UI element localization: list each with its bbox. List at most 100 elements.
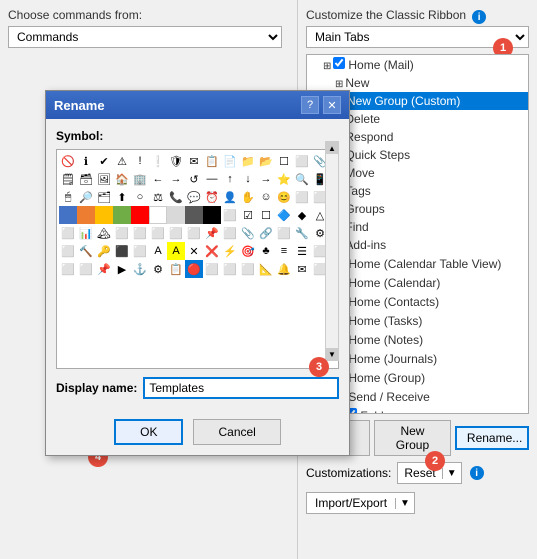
symbol-dash[interactable]: — bbox=[203, 170, 221, 188]
symbol-orange[interactable] bbox=[77, 206, 95, 224]
symbol-files[interactable]: 🗂 bbox=[95, 188, 113, 206]
symbol-selected[interactable]: 🔴 bbox=[185, 260, 203, 278]
symbol-lines[interactable]: ☰ bbox=[293, 242, 311, 260]
symbol-scale[interactable]: ⚖ bbox=[149, 188, 167, 206]
ok-button[interactable]: OK bbox=[114, 419, 183, 445]
symbol-target[interactable]: 🎯 bbox=[239, 242, 257, 260]
symbol-menu[interactable]: ≡ bbox=[275, 242, 293, 260]
customize-info-icon[interactable]: i bbox=[472, 10, 486, 24]
symbol-smile2[interactable]: 😊 bbox=[275, 188, 293, 206]
scrollbar-up[interactable]: ▲ bbox=[326, 142, 338, 154]
symbol-gray2[interactable] bbox=[185, 206, 203, 224]
symbol-warning[interactable]: ⚠ bbox=[113, 152, 131, 170]
symbol-x2[interactable]: ❌ bbox=[203, 242, 221, 260]
symbol-arrow-left[interactable]: ← bbox=[149, 170, 167, 188]
import-export-arrow[interactable]: ▼ bbox=[395, 498, 414, 509]
symbol-chart[interactable]: 📊 bbox=[77, 224, 95, 242]
symbol-image[interactable]: 🖼 bbox=[95, 170, 113, 188]
symbol-right2[interactable]: → bbox=[257, 170, 275, 188]
symbol-sq11[interactable]: ⬜ bbox=[275, 224, 293, 242]
symbol-clipboard2[interactable]: 🗒 bbox=[59, 170, 77, 188]
symbol-smile[interactable]: ☺ bbox=[257, 188, 275, 206]
commands-dropdown[interactable]: Commands bbox=[8, 26, 282, 48]
import-export-dropdown-container[interactable]: Import/Export ▼ bbox=[306, 492, 415, 514]
symbol-building[interactable]: 🏢 bbox=[131, 170, 149, 188]
symbol-mail[interactable]: ✉ bbox=[185, 152, 203, 170]
symbol-x[interactable]: ✕ bbox=[185, 242, 203, 260]
symbol-A[interactable]: A bbox=[149, 242, 167, 260]
symbol-green[interactable] bbox=[113, 206, 131, 224]
reset-arrow[interactable]: ▼ bbox=[442, 468, 461, 479]
symbol-arrow-right[interactable]: → bbox=[167, 170, 185, 188]
symbol-sq13[interactable]: ⬜ bbox=[131, 242, 149, 260]
symbol-folder-open[interactable]: 📁 bbox=[239, 152, 257, 170]
symbol-A-highlight[interactable]: A bbox=[167, 242, 185, 260]
symbol-speech[interactable]: 💬 bbox=[185, 188, 203, 206]
symbol-anchor[interactable]: ⚓ bbox=[131, 260, 149, 278]
symbol-phone2[interactable]: 📞 bbox=[167, 188, 185, 206]
symbol-shield[interactable]: 🛡 bbox=[167, 152, 185, 170]
symbol-black[interactable] bbox=[203, 206, 221, 224]
symbol-square[interactable]: ⬜ bbox=[293, 152, 311, 170]
symbol-play[interactable]: ▶ bbox=[113, 260, 131, 278]
symbol-checkbox-empty[interactable]: ☐ bbox=[275, 152, 293, 170]
symbol-diamond[interactable]: 🔷 bbox=[275, 206, 293, 224]
symbol-mail2[interactable]: ✉ bbox=[293, 260, 311, 278]
symbol-bell[interactable]: ! bbox=[131, 152, 149, 170]
symbol-folder[interactable]: 📂 bbox=[257, 152, 275, 170]
tree-item-home-mail[interactable]: ⊞Home (Mail) bbox=[307, 55, 528, 74]
symbol-info[interactable]: ℹ bbox=[77, 152, 95, 170]
scrollbar-down[interactable]: ▼ bbox=[326, 348, 338, 360]
new-group-button[interactable]: New Group bbox=[374, 420, 451, 456]
symbol-sq6[interactable]: ⬜ bbox=[131, 224, 149, 242]
symbol-key[interactable]: 🔑 bbox=[95, 242, 113, 260]
symbol-search[interactable]: 🔍 bbox=[293, 170, 311, 188]
symbol-clipboard1[interactable]: 📋 bbox=[203, 152, 221, 170]
symbol-hammer[interactable]: 🔨 bbox=[77, 242, 95, 260]
symbol-cursor[interactable]: 🖱 bbox=[59, 188, 77, 206]
symbol-scrollbar[interactable]: ▲ ▼ bbox=[325, 141, 339, 361]
symbol-blue[interactable] bbox=[59, 206, 77, 224]
symbol-ruler[interactable]: 📐 bbox=[257, 260, 275, 278]
symbol-empty-check[interactable]: ☐ bbox=[257, 206, 275, 224]
symbol-down-arrow[interactable]: ↓ bbox=[239, 170, 257, 188]
symbol-sq16[interactable]: ⬜ bbox=[77, 260, 95, 278]
symbol-star[interactable]: ⭐ bbox=[275, 170, 293, 188]
symbol-gear2[interactable]: ⚙ bbox=[149, 260, 167, 278]
symbol-clipboard3[interactable]: 🗃 bbox=[77, 170, 95, 188]
symbol-link[interactable]: 🔗 bbox=[257, 224, 275, 242]
symbol-pin2[interactable]: 📌 bbox=[95, 260, 113, 278]
symbol-sq3[interactable]: ⬜ bbox=[221, 206, 239, 224]
symbol-circle[interactable]: ○ bbox=[131, 188, 149, 206]
symbol-mountain[interactable]: 🏔 bbox=[95, 224, 113, 242]
symbol-wrench[interactable]: 🔧 bbox=[293, 224, 311, 242]
symbol-pin[interactable]: 📌 bbox=[203, 224, 221, 242]
cancel-button[interactable]: Cancel bbox=[193, 419, 280, 445]
symbol-blk[interactable]: ⬛ bbox=[113, 242, 131, 260]
display-name-input[interactable] bbox=[143, 377, 339, 399]
modal-close-button[interactable]: ✕ bbox=[323, 96, 341, 114]
symbol-sq15[interactable]: ⬜ bbox=[59, 260, 77, 278]
home-mail-checkbox[interactable] bbox=[333, 57, 345, 69]
symbol-gray1[interactable] bbox=[167, 206, 185, 224]
symbol-sq17[interactable]: ⬜ bbox=[203, 260, 221, 278]
symbol-person[interactable]: 👤 bbox=[221, 188, 239, 206]
symbol-sq10[interactable]: ⬜ bbox=[221, 224, 239, 242]
symbol-home[interactable]: 🏠 bbox=[113, 170, 131, 188]
symbol-white[interactable] bbox=[149, 206, 167, 224]
symbol-sq1[interactable]: ⬜ bbox=[293, 188, 311, 206]
symbol-paperclip[interactable]: 📎 bbox=[239, 224, 257, 242]
symbol-club[interactable]: ♣ bbox=[257, 242, 275, 260]
symbol-up-arrow[interactable]: ↑ bbox=[221, 170, 239, 188]
symbol-sq5[interactable]: ⬜ bbox=[113, 224, 131, 242]
symbol-yellow[interactable] bbox=[95, 206, 113, 224]
symbol-no-entry[interactable]: 🚫 bbox=[59, 152, 77, 170]
rename-button[interactable]: Rename... bbox=[455, 426, 529, 450]
symbol-check2[interactable]: ☑ bbox=[239, 206, 257, 224]
symbol-sq7[interactable]: ⬜ bbox=[149, 224, 167, 242]
symbol-sq12[interactable]: ⬜ bbox=[59, 242, 77, 260]
symbol-sq8[interactable]: ⬜ bbox=[167, 224, 185, 242]
symbol-doc[interactable]: 📄 bbox=[221, 152, 239, 170]
symbol-uparrow2[interactable]: ⬆ bbox=[113, 188, 131, 206]
symbol-diamond2[interactable]: ◆ bbox=[293, 206, 311, 224]
